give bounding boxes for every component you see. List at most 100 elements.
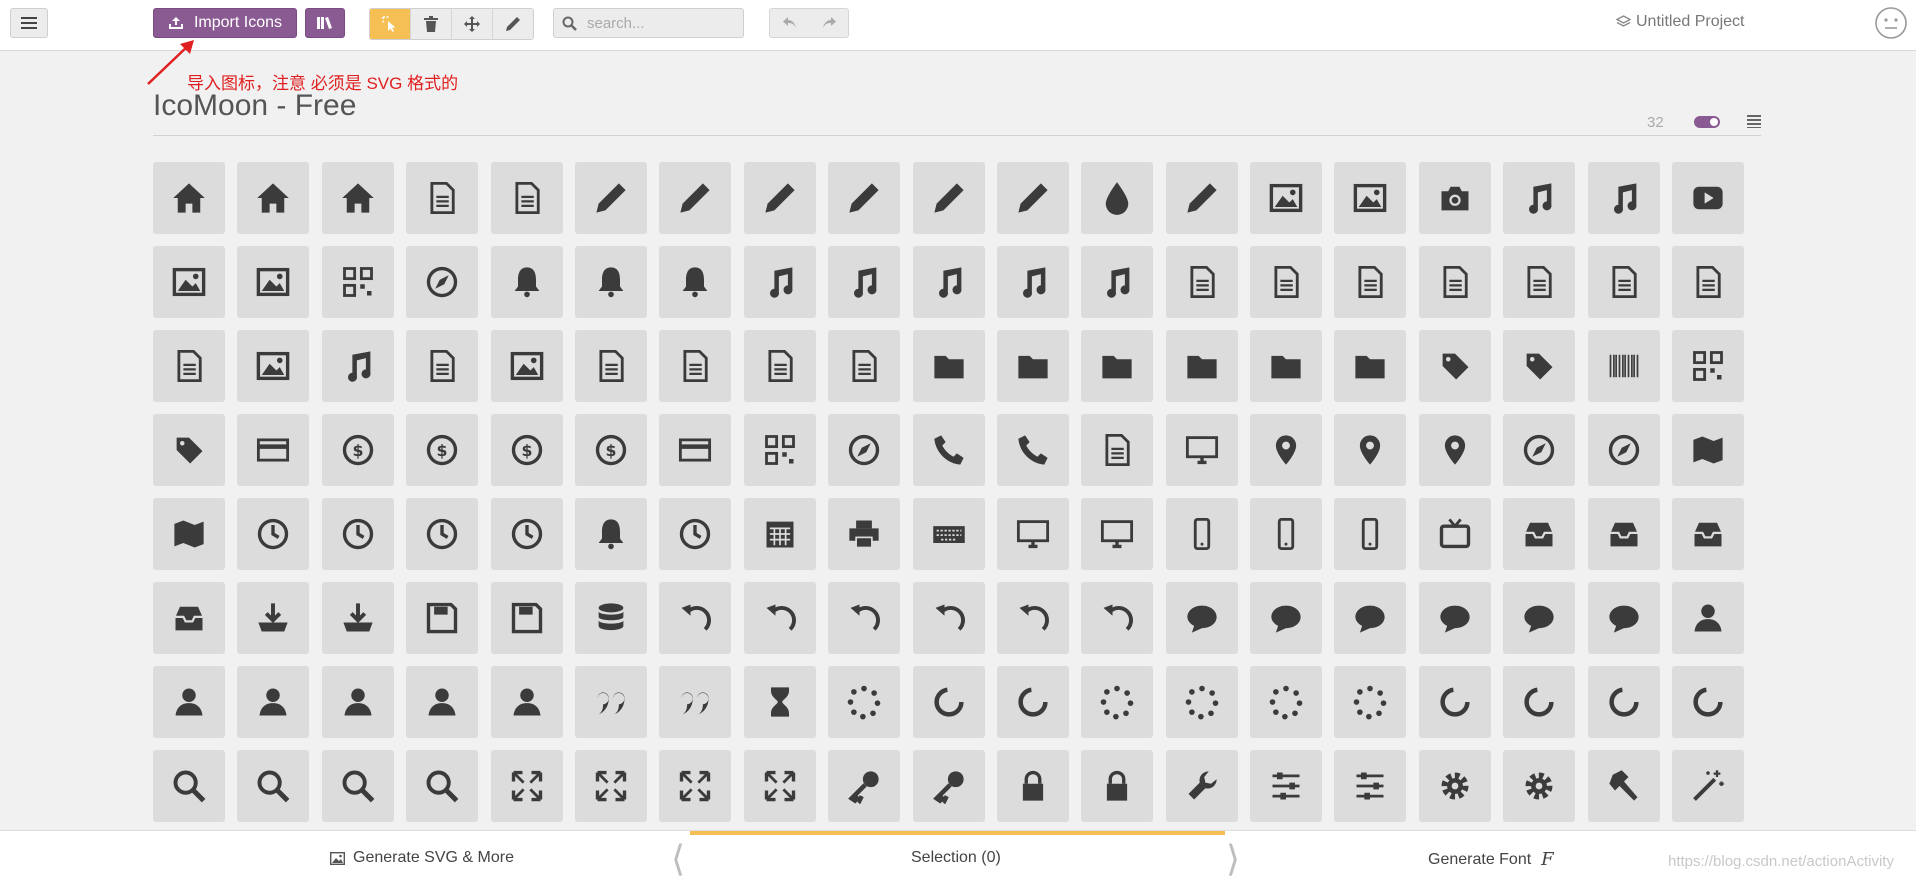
redo-button[interactable] — [809, 9, 848, 37]
selection-tab[interactable]: Selection (0) — [911, 849, 1001, 867]
icon-tile-bubbles3[interactable] — [1503, 582, 1576, 654]
icon-tile-tv[interactable] — [1418, 498, 1491, 570]
icon-tile-download[interactable] — [237, 582, 310, 654]
icon-tile-folder-download[interactable] — [1250, 330, 1323, 402]
icon-tile-floppy-disk[interactable] — [406, 582, 479, 654]
icon-tile-cog[interactable] — [1418, 750, 1491, 822]
icon-tile-file-video[interactable] — [490, 330, 563, 402]
icon-tile-key[interactable] — [828, 750, 901, 822]
icon-tile-spinner[interactable] — [828, 666, 901, 738]
icon-tile-enlarge[interactable] — [490, 750, 563, 822]
icon-tile-qrcode[interactable] — [1672, 330, 1745, 402]
icon-tile-coin-euro[interactable]: $ — [406, 414, 479, 486]
icon-tile-spinner4[interactable] — [1081, 666, 1154, 738]
undo-button[interactable] — [770, 9, 809, 37]
icon-tile-library[interactable] — [1334, 246, 1407, 318]
icon-tile-drive[interactable] — [490, 582, 563, 654]
icon-tile-price-tag[interactable] — [1418, 330, 1491, 402]
icon-tile-spinner5[interactable] — [1165, 666, 1238, 738]
icon-tile-copy[interactable] — [659, 330, 732, 402]
icon-tile-compass2[interactable] — [1587, 414, 1660, 486]
icon-tile-quotes-right[interactable] — [659, 666, 732, 738]
icon-tile-folder-upload[interactable] — [1334, 330, 1407, 402]
icon-tile-file-play[interactable] — [406, 330, 479, 402]
set-menu-icon[interactable] — [1747, 115, 1761, 128]
icon-tile-paint-format[interactable] — [1165, 162, 1238, 234]
icon-tile-spinner2[interactable] — [912, 666, 985, 738]
generate-svg-tab[interactable]: Generate SVG & More — [330, 849, 514, 867]
icon-tile-files-empty[interactable] — [1672, 246, 1745, 318]
icon-tile-phone[interactable] — [912, 414, 985, 486]
icon-tile-home3[interactable] — [321, 162, 394, 234]
icon-tile-ticket[interactable] — [153, 414, 225, 486]
icon-tile-file-music[interactable] — [321, 330, 394, 402]
icon-tile-alarm[interactable] — [490, 498, 563, 570]
icon-tile-zoom-in[interactable] — [321, 750, 394, 822]
delete-tool-button[interactable] — [411, 9, 452, 39]
icon-tile-bubbles[interactable] — [1250, 582, 1323, 654]
icon-tile-user-plus[interactable] — [237, 666, 310, 738]
icon-tile-home2[interactable] — [237, 162, 310, 234]
icon-tile-video-camera[interactable] — [237, 246, 310, 318]
icon-tile-wrench[interactable] — [1165, 750, 1238, 822]
icon-library-button[interactable] — [305, 8, 345, 38]
icon-tile-eyedropper[interactable] — [996, 162, 1069, 234]
icon-tile-image[interactable] — [1250, 162, 1323, 234]
icon-tile-map[interactable] — [1672, 414, 1745, 486]
import-icons-button[interactable]: Import Icons — [153, 8, 297, 38]
icon-tile-undo[interactable] — [659, 582, 732, 654]
icon-tile-coin-yen[interactable]: $ — [574, 414, 647, 486]
icon-tile-podcast[interactable] — [912, 246, 985, 318]
icon-tile-history[interactable] — [237, 498, 310, 570]
icon-tile-mic[interactable] — [1081, 246, 1154, 318]
edit-tool-button[interactable] — [493, 9, 533, 39]
icon-tile-key2[interactable] — [912, 750, 985, 822]
icon-tile-drawer[interactable] — [1503, 498, 1576, 570]
icon-tile-profile[interactable] — [1503, 246, 1576, 318]
icon-tile-headphones[interactable] — [1503, 162, 1576, 234]
icon-tile-folder-minus[interactable] — [1165, 330, 1238, 402]
icon-tile-office[interactable] — [406, 162, 479, 234]
icon-tile-envelop[interactable] — [1165, 414, 1238, 486]
icon-tile-reply[interactable] — [1081, 582, 1154, 654]
icon-tile-laptop[interactable] — [1081, 498, 1154, 570]
icon-tile-printer[interactable] — [828, 498, 901, 570]
icon-tile-unlocked[interactable] — [1081, 750, 1154, 822]
icon-tile-film[interactable] — [153, 246, 225, 318]
icon-tile-folder-open[interactable] — [996, 330, 1069, 402]
icon-tile-user-check[interactable] — [406, 666, 479, 738]
select-tool-button[interactable] — [370, 9, 411, 39]
icon-tile-forward[interactable] — [996, 582, 1069, 654]
icon-tile-mobile[interactable] — [1165, 498, 1238, 570]
icon-tile-map2[interactable] — [153, 498, 225, 570]
main-menu-button[interactable] — [10, 8, 48, 38]
icon-tile-search[interactable] — [237, 750, 310, 822]
icon-tile-cart[interactable] — [237, 414, 310, 486]
icon-tile-enlarge2[interactable] — [659, 750, 732, 822]
icon-tile-blog[interactable] — [912, 162, 985, 234]
icon-tile-equalizer[interactable] — [1250, 750, 1323, 822]
icon-tile-user[interactable] — [1672, 582, 1745, 654]
icon-tile-box-remove[interactable] — [153, 582, 225, 654]
icon-tile-coin-dollar[interactable]: $ — [321, 414, 394, 486]
icon-tile-spinner11[interactable] — [1672, 666, 1745, 738]
icon-tile-music[interactable] — [1587, 162, 1660, 234]
icon-tile-droplet[interactable] — [1081, 162, 1154, 234]
icon-tile-users[interactable] — [153, 666, 225, 738]
icon-tile-keyboard[interactable] — [912, 498, 985, 570]
icon-tile-calculator[interactable] — [743, 414, 816, 486]
icon-tile-connection[interactable] — [828, 246, 901, 318]
icon-tile-location2[interactable] — [1418, 414, 1491, 486]
icon-tile-pencil2[interactable] — [659, 162, 732, 234]
icon-tile-spades[interactable] — [490, 246, 563, 318]
icon-tile-address-book[interactable] — [1081, 414, 1154, 486]
icon-tile-coin-pound[interactable]: $ — [490, 414, 563, 486]
icon-tile-bubble2[interactable] — [1418, 582, 1491, 654]
icon-tile-shrink[interactable] — [574, 750, 647, 822]
icon-tile-display[interactable] — [996, 498, 1069, 570]
icon-tile-pacman[interactable] — [406, 246, 479, 318]
icon-tile-feed[interactable] — [996, 246, 1069, 318]
icon-tile-diamonds[interactable] — [659, 246, 732, 318]
icon-set-toggle[interactable] — [1694, 116, 1720, 128]
icon-tile-file-zip[interactable] — [574, 330, 647, 402]
